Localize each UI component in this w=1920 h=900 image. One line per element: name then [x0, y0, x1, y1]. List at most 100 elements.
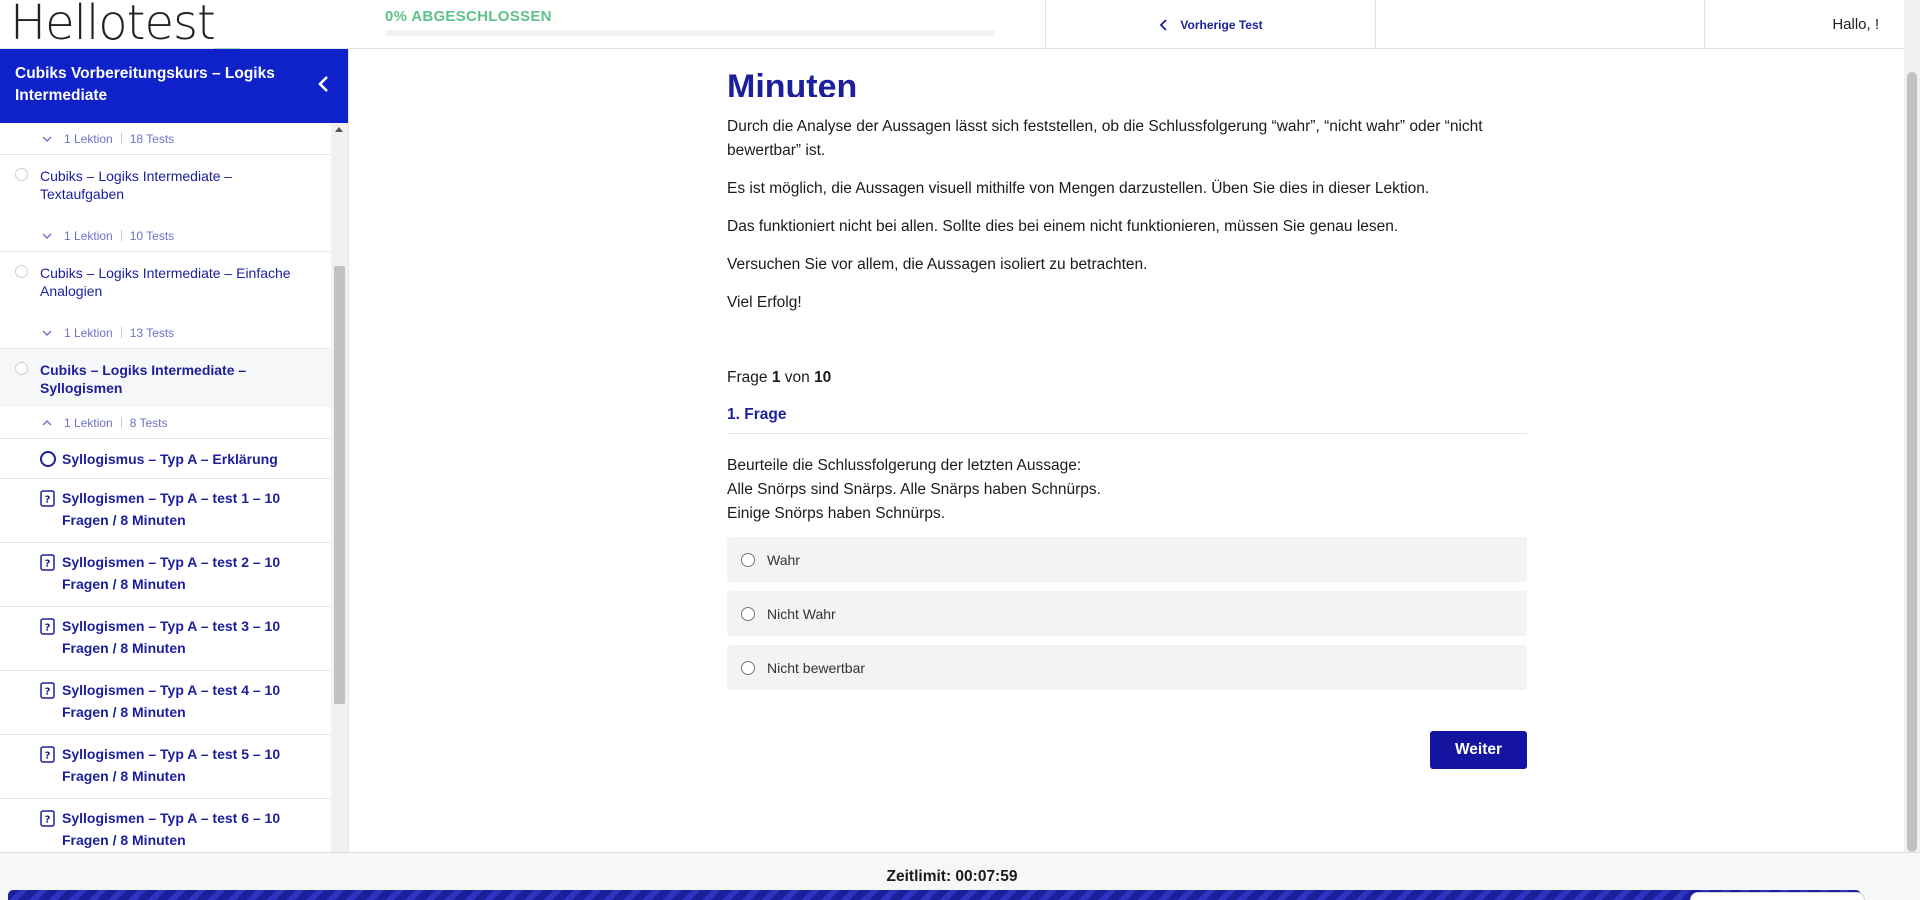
logo-underscore: _ [214, 0, 239, 51]
sidebar-scrollbar[interactable] [331, 123, 348, 852]
page-title-text: Minuten [727, 68, 858, 97]
quiz-title: Syllogismen – Typ A – test 5 – 10 Fragen… [62, 746, 281, 784]
svg-text:?: ? [45, 751, 51, 762]
meta-divider [120, 133, 122, 144]
meta-divider [120, 230, 122, 241]
svg-text:?: ? [45, 815, 51, 826]
svg-text:?: ? [45, 559, 51, 570]
quiz-item[interactable]: ? Syllogismen – Typ A – test 6 – 10 Frag… [0, 799, 332, 852]
course-title: Cubiks Vorbereitungskurs – Logiks Interm… [15, 65, 275, 104]
quiz-icon: ? [40, 490, 55, 507]
radio-button[interactable] [741, 552, 755, 567]
lesson-status-circle [40, 451, 56, 467]
previous-test-label: Vorherige Test [1180, 17, 1263, 32]
quiz-title: Syllogismen – Typ A – test 6 – 10 Fragen… [62, 810, 281, 848]
quiz-icon: ? [40, 554, 55, 571]
answer-option[interactable]: Wahr [727, 537, 1527, 582]
quiz-item[interactable]: ? Syllogismen – Typ A – test 2 – 10 Frag… [0, 543, 332, 607]
topic-status-circle [15, 168, 28, 181]
option-label: Wahr [767, 551, 800, 568]
page-scrollbar[interactable] [1904, 0, 1920, 855]
topic-title: Cubiks – Logiks Intermediate – Syllogism… [40, 362, 247, 396]
topic-title: Cubiks – Logiks Intermediate – Textaufga… [40, 168, 233, 202]
logo[interactable]: Hellotest_ [10, 0, 239, 51]
quiz-title: Syllogismen – Typ A – test 2 – 10 Fragen… [62, 554, 281, 592]
lesson-item[interactable]: Syllogismus – Typ A – Erklärung [0, 439, 332, 479]
option-label: Nicht Wahr [767, 605, 836, 622]
lesson-count: 1 Lektion [64, 415, 113, 430]
test-count: 8 Tests [129, 415, 168, 430]
user-greeting[interactable]: Hallo, ! [1704, 0, 1904, 49]
radio-button[interactable] [741, 660, 755, 675]
page-title: Minuten [727, 49, 857, 97]
svg-text:?: ? [45, 495, 51, 506]
quiz-title: Syllogismen – Typ A – test 3 – 10 Fragen… [62, 618, 281, 656]
lesson-count: 1 Lektion [64, 228, 113, 243]
topic-status-circle [15, 265, 28, 278]
counter-total: 10 [814, 369, 832, 386]
answer-options: Wahr Nicht Wahr Nicht bewertbar [727, 537, 1527, 699]
next-button[interactable]: Weiter [1430, 731, 1527, 769]
question-text: Beurteile die Schlussfolgerung der letzt… [727, 457, 1101, 522]
top-header: Hellotest_ 0% ABGESCHLOSSEN Vorherige Te… [0, 0, 1904, 49]
time-limit: Zeitlimit: 00:07:59 [886, 868, 1018, 885]
quiz-icon: ? [40, 810, 55, 827]
quiz-title: Syllogismen – Typ A – test 1 – 10 Fragen… [62, 490, 281, 528]
question-title: 1. Frage [727, 406, 1527, 434]
topic-meta[interactable]: 1 Lektion 8 Tests [0, 407, 332, 439]
answer-option[interactable]: Nicht Wahr [727, 591, 1527, 636]
footer-widget[interactable] [1690, 892, 1865, 900]
logo-text: Hellotest [10, 0, 216, 51]
chevron-down-icon [42, 233, 52, 239]
chevron-left-icon[interactable] [314, 74, 334, 94]
answer-option[interactable]: Nicht bewertbar [727, 645, 1527, 690]
chevron-up-icon [42, 419, 52, 425]
radio-button[interactable] [741, 606, 755, 621]
quiz-icon: ? [40, 618, 55, 635]
question-counter: Frage 1 von 10 [727, 369, 831, 387]
sidebar-scrollbar-thumb[interactable] [334, 266, 345, 704]
lesson-count: 1 Lektion [64, 131, 113, 146]
sidebar-header: Cubiks Vorbereitungskurs – Logiks Interm… [0, 49, 348, 123]
test-count: 18 Tests [129, 131, 175, 146]
main-content: Minuten Durch die Analyse der Aussagen l… [350, 49, 1904, 852]
sidebar-list: 1 Lektion 18 Tests Cubiks – Logiks Interm… [0, 123, 332, 852]
counter-prefix: Frage [727, 369, 768, 386]
svg-text:?: ? [45, 623, 51, 634]
svg-text:?: ? [45, 687, 51, 698]
progress-label: 0% ABGESCHLOSSEN [385, 8, 552, 25]
sidebar-topic[interactable]: Cubiks – Logiks Intermediate – Einfache … [0, 252, 332, 317]
topic-meta[interactable]: 1 Lektion 10 Tests [0, 220, 332, 252]
quiz-item[interactable]: ? Syllogismen – Typ A – test 3 – 10 Frag… [0, 607, 332, 671]
scroll-up-arrow-icon[interactable] [335, 127, 343, 132]
topic-meta[interactable]: 1 Lektion 13 Tests [0, 317, 332, 349]
topic-title: Cubiks – Logiks Intermediate – Einfache … [40, 265, 291, 299]
topic-meta[interactable]: 1 Lektion 18 Tests [0, 123, 332, 155]
meta-divider [120, 417, 122, 428]
sidebar-topic-active[interactable]: Cubiks – Logiks Intermediate – Syllogism… [0, 349, 332, 407]
counter-current: 1 [771, 369, 781, 386]
counter-middle: von [784, 369, 810, 386]
page-scrollbar-thumb[interactable] [1907, 72, 1917, 852]
sidebar-topic[interactable]: Cubiks – Logiks Intermediate – Textaufga… [0, 155, 332, 220]
quiz-item[interactable]: ? Syllogismen – Typ A – test 1 – 10 Frag… [0, 479, 332, 543]
intro-paragraph: Das funktioniert nicht bei allen. Sollte… [727, 218, 1399, 235]
quiz-item[interactable]: ? Syllogismen – Typ A – test 4 – 10 Frag… [0, 671, 332, 735]
intro-paragraph: Versuchen Sie vor allem, die Aussagen is… [727, 256, 1148, 273]
meta-divider [120, 327, 122, 338]
quiz-item[interactable]: ? Syllogismen – Typ A – test 5 – 10 Frag… [0, 735, 332, 799]
test-count: 13 Tests [129, 325, 175, 340]
previous-test-button[interactable]: Vorherige Test [1045, 0, 1375, 49]
intro-text: Durch die Analyse der Aussagen lässt sic… [727, 115, 1527, 329]
test-count: 10 Tests [129, 228, 175, 243]
quiz-icon: ? [40, 746, 55, 763]
intro-paragraph: Es ist möglich, die Aussagen visuell mit… [727, 180, 1430, 197]
progress-bar [385, 30, 995, 36]
lesson-title: Syllogismus – Typ A – Erklärung [62, 450, 278, 467]
header-empty-cell [1375, 0, 1704, 49]
chevron-left-icon [1160, 18, 1168, 31]
topic-status-circle [15, 362, 28, 375]
lesson-count: 1 Lektion [64, 325, 113, 340]
title-clip: Minuten [727, 49, 1527, 97]
course-sidebar: Cubiks Vorbereitungskurs – Logiks Interm… [0, 49, 349, 852]
